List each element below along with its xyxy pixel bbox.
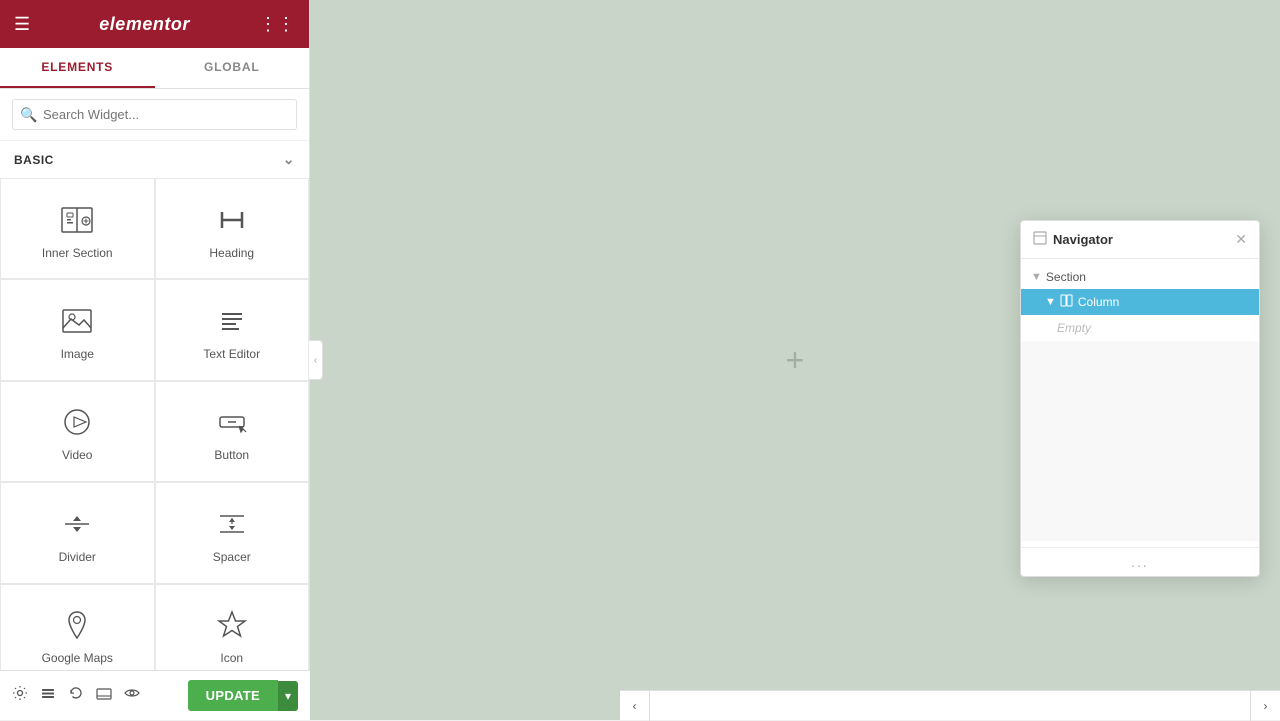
navigator-dots[interactable]: ...: [1021, 547, 1259, 576]
tab-global[interactable]: GLOBAL: [155, 48, 310, 88]
add-element-plus[interactable]: +: [786, 344, 805, 376]
navigator-section-label: Section: [1046, 270, 1086, 284]
layers-icon[interactable]: [40, 685, 56, 706]
widget-icon-label: Icon: [220, 651, 243, 665]
update-button[interactable]: UPDATE: [188, 680, 278, 711]
google-maps-icon: [59, 607, 95, 643]
widget-inner-section-label: Inner Section: [42, 246, 113, 260]
bottom-toolbar: UPDATE ▾: [0, 670, 310, 720]
grid-icon[interactable]: ⋮⋮: [259, 15, 295, 33]
button-icon: [214, 404, 250, 440]
navigator-title: Navigator: [1053, 232, 1113, 247]
navigator-tree: ▼ Section ▼ Column Empty: [1021, 259, 1259, 547]
section-chevron-icon: ▼: [1031, 271, 1042, 283]
eye-icon[interactable]: [124, 685, 140, 706]
widget-spacer-label: Spacer: [213, 550, 251, 564]
collapse-arrow-icon: ‹: [314, 355, 317, 366]
search-icon: 🔍: [20, 106, 37, 123]
search-input[interactable]: [12, 99, 297, 130]
navigator-box-icon: [1033, 231, 1047, 248]
column-grid-icon: [1060, 294, 1073, 310]
widget-video[interactable]: Video: [0, 381, 155, 482]
divider-icon: [59, 506, 95, 542]
bottom-bar-right-arrow[interactable]: ›: [1250, 691, 1280, 721]
widget-image[interactable]: Image: [0, 279, 155, 380]
navigator-close-button[interactable]: ✕: [1235, 231, 1247, 248]
hamburger-icon[interactable]: ☰: [14, 15, 30, 33]
text-editor-icon: [214, 303, 250, 339]
navigator-empty-area: [1021, 341, 1259, 541]
heading-icon: [214, 202, 250, 238]
update-dropdown-button[interactable]: ▾: [278, 681, 298, 711]
canvas: + Navigator ✕ ▼ Section ▼: [310, 0, 1280, 720]
navigator-column-label: Column: [1078, 295, 1119, 309]
widget-button-label: Button: [214, 448, 249, 462]
widget-divider-label: Divider: [59, 550, 96, 564]
widget-text-editor-label: Text Editor: [203, 347, 260, 361]
widget-heading[interactable]: Heading: [155, 178, 310, 279]
widget-heading-label: Heading: [209, 246, 254, 260]
widget-google-maps-label: Google Maps: [42, 651, 113, 665]
widget-divider[interactable]: Divider: [0, 482, 155, 583]
search-bar: 🔍: [0, 89, 309, 141]
widget-button[interactable]: Button: [155, 381, 310, 482]
spacer-icon: [214, 506, 250, 542]
bottom-bar: ‹ ›: [620, 690, 1280, 720]
basic-section-heading[interactable]: BASIC ⌄: [0, 141, 309, 178]
widget-image-label: Image: [61, 347, 94, 361]
navigator-column-row[interactable]: ▼ Column: [1021, 289, 1259, 315]
inner-section-icon: [59, 202, 95, 238]
tab-elements[interactable]: ELEMENTS: [0, 48, 155, 88]
sidebar: ☰ elementor ⋮⋮ ELEMENTS GLOBAL 🔍 BASIC ⌄: [0, 0, 310, 720]
widget-text-editor[interactable]: Text Editor: [155, 279, 310, 380]
responsive-icon[interactable]: [96, 685, 112, 706]
navigator-panel: Navigator ✕ ▼ Section ▼ Column Empty .: [1020, 220, 1260, 577]
widget-grid: Inner Section Heading Image: [0, 178, 309, 685]
bottom-bar-left-arrow[interactable]: ‹: [620, 691, 650, 721]
navigator-section-row[interactable]: ▼ Section: [1021, 265, 1259, 289]
elementor-logo: elementor: [99, 14, 190, 35]
widget-inner-section[interactable]: Inner Section: [0, 178, 155, 279]
video-icon: [59, 404, 95, 440]
basic-section-label: BASIC: [14, 153, 54, 167]
widget-spacer[interactable]: Spacer: [155, 482, 310, 583]
basic-chevron-icon: ⌄: [283, 151, 295, 168]
icon-widget-icon: [214, 607, 250, 643]
image-icon: [59, 303, 95, 339]
collapse-sidebar-handle[interactable]: ‹: [309, 340, 323, 380]
column-chevron-icon: ▼: [1045, 296, 1056, 308]
tabs: ELEMENTS GLOBAL: [0, 48, 309, 89]
navigator-header: Navigator ✕: [1021, 221, 1259, 259]
sidebar-header: ☰ elementor ⋮⋮: [0, 0, 309, 48]
settings-icon[interactable]: [12, 685, 28, 706]
widget-video-label: Video: [62, 448, 92, 462]
navigator-empty-label: Empty: [1021, 315, 1259, 341]
history-icon[interactable]: [68, 685, 84, 706]
